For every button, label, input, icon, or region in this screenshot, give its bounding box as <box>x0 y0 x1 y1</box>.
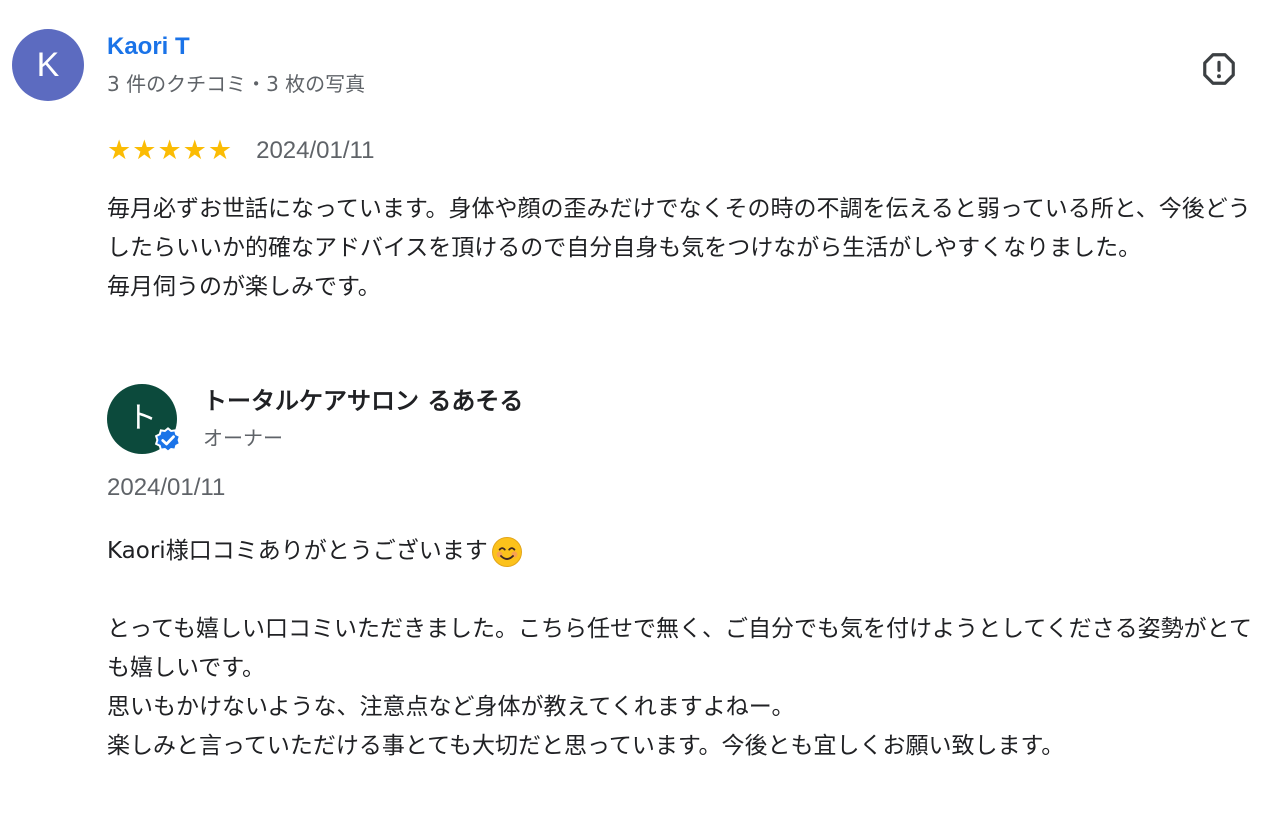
star-rating: ★ ★ ★ ★ ★ <box>107 136 232 166</box>
star-icon: ★ <box>157 135 182 166</box>
reply-greeting: Kaori様口コミありがとうございます <box>107 532 1267 571</box>
review-text: 毎月必ずお世話になっています。身体や顔の歪みだけでなくその時の不調を伝えると弱っ… <box>107 190 1267 307</box>
star-icon: ★ <box>132 135 157 166</box>
report-flag-icon <box>1203 53 1235 85</box>
review-date: 2024/01/11 <box>256 137 375 164</box>
reply-spacer <box>107 571 1267 610</box>
star-icon: ★ <box>182 135 207 166</box>
star-icon: ★ <box>107 135 132 166</box>
verified-check-icon <box>154 427 182 453</box>
owner-response-date: 2024/01/11 <box>107 474 226 501</box>
reply-greeting-text: Kaori様口コミありがとうございます <box>107 538 488 564</box>
owner-name: トータルケアサロン るあそる <box>203 387 524 415</box>
reviewer-avatar[interactable]: K <box>12 29 84 101</box>
reply-paragraph: 楽しみと言っていただける事とても大切だと思っています。今後とも宜しくお願い致しま… <box>107 733 1065 759</box>
reviewer-meta: 3 件のクチコミ・3 枚の写真 <box>107 72 366 96</box>
reviewer-name[interactable]: Kaori T <box>107 32 190 62</box>
star-icon: ★ <box>207 135 233 166</box>
review-card: K Kaori T 3 件のクチコミ・3 枚の写真 ★ ★ ★ ★ ★ 2024… <box>0 0 1280 817</box>
smiling-face-emoji <box>491 536 522 567</box>
owner-reply-text: Kaori様口コミありがとうございます とっても嬉しい口コミいただきました。こち… <box>107 532 1267 766</box>
rating-row: ★ ★ ★ ★ ★ 2024/01/11 <box>107 134 374 168</box>
review-paragraph: 毎月伺うのが楽しみです。 <box>107 274 381 300</box>
reply-paragraph: 思いもかけないような、注意点など身体が教えてくれますよねー。 <box>107 694 795 720</box>
reply-paragraph: とっても嬉しい口コミいただきました。こちら任せで無く、ご自分でも気を付けようとし… <box>107 616 1252 681</box>
report-button[interactable] <box>1198 48 1240 90</box>
review-paragraph: 毎月必ずお世話になっています。身体や顔の歪みだけでなくその時の不調を伝えると弱っ… <box>107 196 1251 261</box>
owner-label: オーナー <box>203 426 283 450</box>
